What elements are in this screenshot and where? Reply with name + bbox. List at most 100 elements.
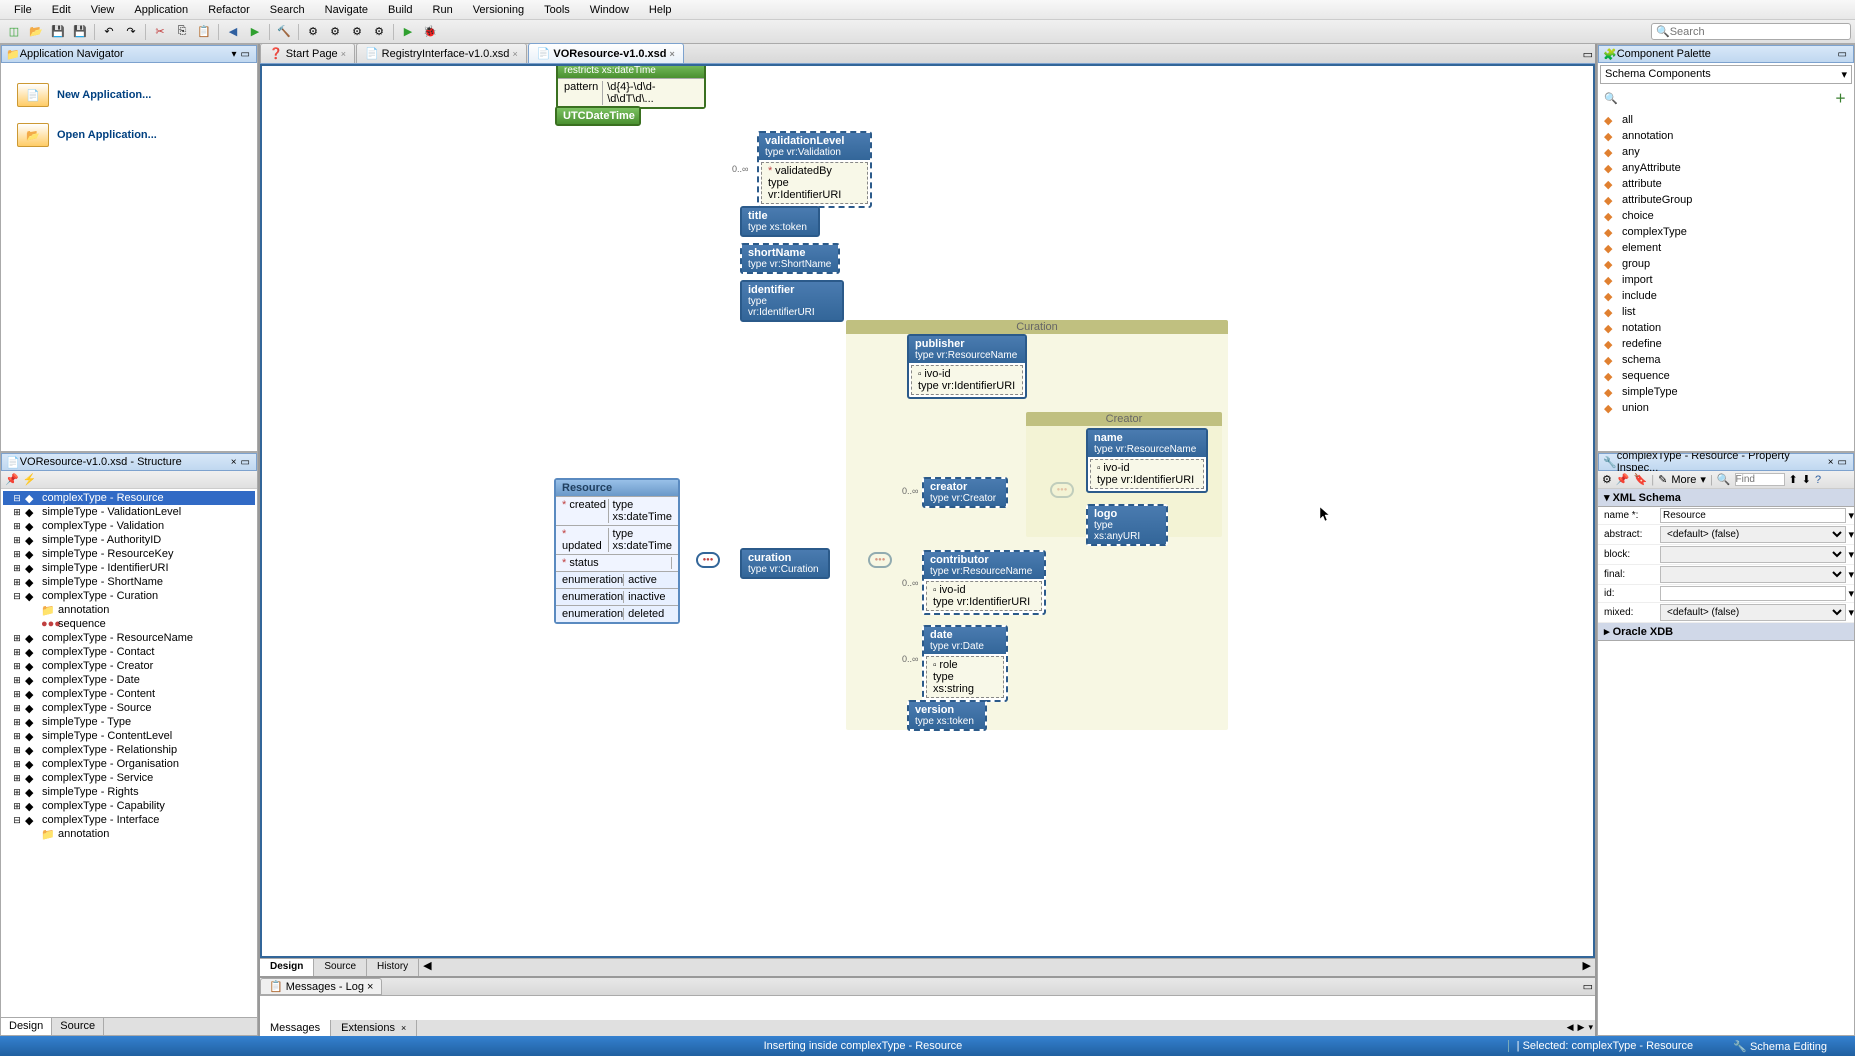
forward-button[interactable]: ▶ (245, 22, 265, 42)
tree-node[interactable]: ⊞◆complexType - Source (3, 701, 255, 715)
search-icon[interactable]: 🔍 (1600, 90, 1622, 107)
tree-node[interactable]: ⊞◆simpleType - ValidationLevel (3, 505, 255, 519)
oracle-xdb-section[interactable]: ▸ Oracle XDB (1598, 623, 1854, 641)
pin-icon[interactable]: 📌 (1616, 473, 1630, 486)
debug-button[interactable]: 🐞 (420, 22, 440, 42)
tab-start-page[interactable]: ❓ Start Page × (260, 43, 355, 63)
tree-node[interactable]: ⊞◆simpleType - ShortName (3, 575, 255, 589)
menu-refactor[interactable]: Refactor (198, 2, 260, 18)
filter-icon[interactable]: ⚡ (23, 473, 37, 486)
tree-node[interactable]: ⊞◆simpleType - IdentifierURI (3, 561, 255, 575)
menu-application[interactable]: Application (124, 2, 198, 18)
panel-dropdown-icon[interactable]: ▾ (230, 49, 239, 60)
component-item-annotation[interactable]: ◆annotation (1600, 128, 1852, 144)
minimize-icon[interactable]: ▭ (239, 457, 252, 468)
prop-mixed-select[interactable]: <default> (false) (1660, 604, 1846, 621)
tab-design-view[interactable]: Design (260, 959, 314, 976)
find-icon[interactable]: 🔍 (1717, 473, 1731, 486)
validationlevel-box[interactable]: validationLevel type vr:Validation * val… (757, 131, 872, 208)
tree-toggle-icon[interactable]: ⊞ (11, 534, 23, 546)
component-item-attributeGroup[interactable]: ◆attributeGroup (1600, 192, 1852, 208)
copy-button[interactable]: ⎘ (172, 22, 192, 42)
shortname-box[interactable]: shortName type vr:ShortName (740, 243, 840, 274)
back-button[interactable]: ◀ (223, 22, 243, 42)
tool-button[interactable]: ⚙ (303, 22, 323, 42)
component-item-union[interactable]: ◆union (1600, 400, 1852, 416)
build-button[interactable]: 🔨 (274, 22, 294, 42)
tool-button[interactable]: ⚙ (325, 22, 345, 42)
chevron-down-icon[interactable]: ▾ (1848, 548, 1854, 561)
prop-block-select[interactable] (1660, 546, 1846, 563)
resource-box[interactable]: Resource * createdtype xs:dateTime* upda… (554, 478, 680, 624)
sequence-connector[interactable] (696, 552, 720, 568)
tab-design[interactable]: Design (1, 1018, 52, 1035)
schema-diagram[interactable]: restricts xs:dateTime pattern \d{4}-\d\d… (260, 64, 1595, 958)
menu-versioning[interactable]: Versioning (463, 2, 534, 18)
tree-toggle-icon[interactable]: ⊞ (11, 576, 23, 588)
component-item-list[interactable]: ◆list (1600, 304, 1852, 320)
tool-button[interactable]: ⚙ (347, 22, 367, 42)
tree-node[interactable]: ⊞◆complexType - Date (3, 673, 255, 687)
tree-toggle-icon[interactable]: ⊞ (11, 744, 23, 756)
component-item-schema[interactable]: ◆schema (1600, 352, 1852, 368)
tree-node[interactable]: ⊞◆simpleType - ResourceKey (3, 547, 255, 561)
tool-button[interactable]: ⚙ (369, 22, 389, 42)
tab-source-view[interactable]: Source (314, 959, 367, 976)
tree-toggle-icon[interactable]: ⊞ (11, 702, 23, 714)
component-item-include[interactable]: ◆include (1600, 288, 1852, 304)
menu-file[interactable]: File (4, 2, 42, 18)
maximize-icon[interactable]: ▭ (1581, 46, 1595, 63)
open-button[interactable]: 📂 (26, 22, 46, 42)
prop-final-select[interactable] (1660, 566, 1846, 583)
chevron-down-icon[interactable]: ▾ (1848, 606, 1854, 619)
tab-registry-interface[interactable]: 📄 RegistryInterface-v1.0.xsd × (356, 43, 527, 63)
tree-node[interactable]: ⊞◆complexType - Organisation (3, 757, 255, 771)
tree-node[interactable]: ⊟◆complexType - Resource (3, 491, 255, 505)
tab-source[interactable]: Source (52, 1018, 104, 1035)
menu-window[interactable]: Window (580, 2, 639, 18)
menu-search[interactable]: Search (260, 2, 315, 18)
tree-toggle-icon[interactable]: ⊞ (11, 758, 23, 770)
run-button[interactable]: ▶ (398, 22, 418, 42)
search-input[interactable] (1670, 26, 1846, 38)
prop-abstract-select[interactable]: <default> (false) (1660, 526, 1846, 543)
structure-tree[interactable]: ⊟◆complexType - Resource⊞◆simpleType - V… (1, 489, 257, 1017)
xml-schema-section[interactable]: ▾ XML Schema (1598, 489, 1854, 507)
chevron-down-icon[interactable]: ▾ (1848, 568, 1854, 581)
tree-node[interactable]: ⊞◆complexType - Content (3, 687, 255, 701)
component-item-import[interactable]: ◆import (1600, 272, 1852, 288)
messages-log-tab[interactable]: 📋 Messages - Log × (260, 978, 382, 995)
component-item-anyAttribute[interactable]: ◆anyAttribute (1600, 160, 1852, 176)
prop-id-input[interactable] (1660, 586, 1846, 601)
more-button[interactable]: More (1671, 474, 1696, 486)
next-icon[interactable]: ⬇ (1802, 473, 1811, 486)
redo-button[interactable]: ↷ (121, 22, 141, 42)
tree-node[interactable]: ⊞◆complexType - Relationship (3, 743, 255, 757)
contributor-box[interactable]: contributor type vr:ResourceName ▫ ivo-i… (922, 550, 1046, 615)
menu-build[interactable]: Build (378, 2, 422, 18)
tree-node[interactable]: ⊞◆complexType - Service (3, 771, 255, 785)
save-button[interactable]: 💾 (48, 22, 68, 42)
tree-toggle-icon[interactable]: ⊞ (11, 674, 23, 686)
tab-voresource[interactable]: 📄 VOResource-v1.0.xsd × (528, 43, 684, 63)
prop-name-input[interactable] (1660, 508, 1846, 523)
tree-node[interactable]: ⊞◆complexType - Creator (3, 659, 255, 673)
tree-node[interactable]: ⊞◆simpleType - AuthorityID (3, 533, 255, 547)
tool-icon[interactable]: 🔖 (1634, 473, 1648, 486)
component-item-all[interactable]: ◆all (1600, 112, 1852, 128)
tree-node[interactable]: ⊞◆simpleType - Rights (3, 785, 255, 799)
version-box[interactable]: version type xs:token (907, 700, 987, 731)
close-icon[interactable]: × (229, 457, 239, 468)
tree-toggle-icon[interactable]: ⊞ (11, 800, 23, 812)
tree-toggle-icon[interactable]: ⊟ (11, 590, 23, 602)
tool-icon[interactable]: ⚙ (1602, 473, 1612, 486)
component-item-redefine[interactable]: ◆redefine (1600, 336, 1852, 352)
tree-toggle-icon[interactable]: ⊞ (11, 786, 23, 798)
tree-toggle-icon[interactable]: ⊟ (11, 492, 23, 504)
date-box[interactable]: date type vr:Date ▫ role type xs:string (922, 625, 1008, 702)
name-box[interactable]: name type vr:ResourceName ▫ ivo-id type … (1086, 428, 1208, 493)
utctimestamp-box[interactable]: restricts xs:dateTime pattern \d{4}-\d\d… (556, 64, 706, 109)
component-item-simpleType[interactable]: ◆simpleType (1600, 384, 1852, 400)
close-icon[interactable]: × (367, 981, 373, 993)
tree-toggle-icon[interactable]: ⊞ (11, 520, 23, 532)
